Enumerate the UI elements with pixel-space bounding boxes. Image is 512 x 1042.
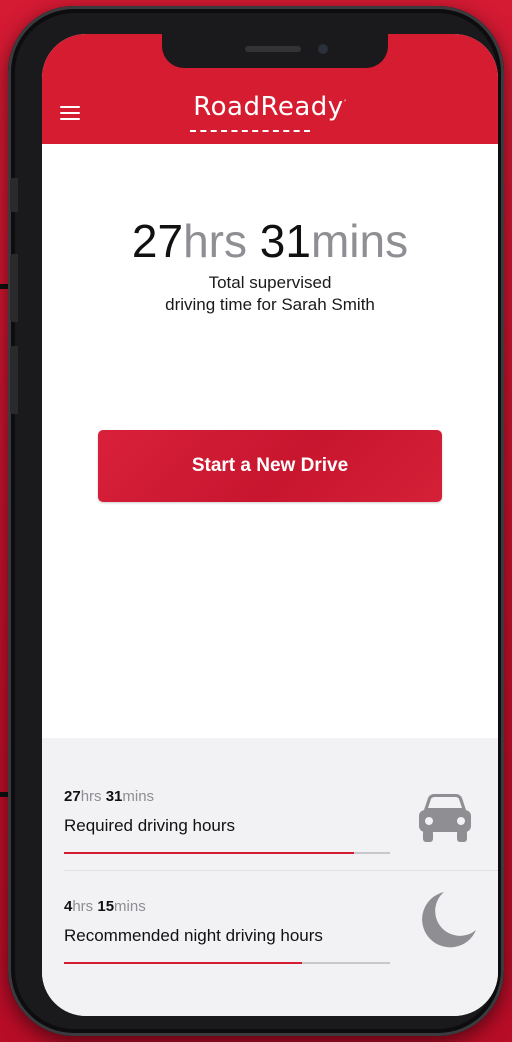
night-hours-progress-bar — [64, 962, 390, 964]
caption-line-1: Total supervised — [208, 273, 332, 292]
app-screen: RoadReady’ 27hrs 31mins Total supervised… — [42, 34, 498, 1016]
progress-panel: 27hrs 31mins Required driving hours 4hrs… — [42, 738, 498, 1016]
stat-time: 4hrs 15mins — [64, 898, 146, 915]
stat-time: 27hrs 31mins — [64, 788, 154, 805]
stat-label: Recommended night driving hours — [64, 926, 323, 945]
caption-line-2: driving time for Sarah Smith — [165, 295, 375, 314]
hours-unit: hrs — [183, 215, 247, 267]
phone-side-button — [10, 346, 18, 414]
total-minutes: 31 — [259, 215, 311, 267]
app-header: RoadReady’ — [42, 34, 498, 144]
stat-minutes: 31 — [105, 788, 123, 805]
phone-side-button — [10, 178, 18, 212]
stat-hours: 27 — [64, 788, 81, 805]
hamburger-menu-icon[interactable] — [60, 104, 82, 122]
logo-underline — [190, 130, 310, 132]
phone-frame: RoadReady’ 27hrs 31mins Total supervised… — [8, 6, 504, 1036]
stat-minutes: 15 — [97, 898, 115, 915]
required-hours-row: 27hrs 31mins Required driving hours — [42, 774, 498, 884]
phone-side-button — [10, 254, 18, 322]
row-divider — [64, 870, 498, 871]
front-camera — [318, 44, 328, 54]
minutes-unit: mins — [310, 215, 409, 267]
logo-text: RoadReady — [193, 92, 344, 122]
moon-icon — [422, 892, 476, 948]
progress-fill — [64, 852, 355, 854]
app-logo: RoadReady’ — [193, 92, 347, 122]
total-hours: 27 — [131, 215, 184, 267]
night-hours-row: 4hrs 15mins Recommended night driving ho… — [42, 884, 498, 994]
stat-label: Required driving hours — [64, 816, 236, 835]
progress-fill — [64, 962, 302, 964]
stat-minutes-unit: mins — [122, 788, 155, 805]
phone-notch — [162, 34, 388, 68]
total-time-caption: Total supervised driving time for Sarah … — [42, 272, 498, 316]
required-hours-progress-bar — [64, 852, 390, 854]
total-driving-time: 27hrs 31mins — [42, 216, 498, 266]
stat-hours-unit: hrs — [80, 788, 102, 805]
stat-minutes-unit: mins — [114, 898, 146, 915]
speaker-grille — [245, 46, 301, 52]
stat-hours-unit: hrs — [72, 898, 94, 915]
start-new-drive-button[interactable]: Start a New Drive — [98, 430, 442, 502]
car-icon — [419, 794, 471, 842]
